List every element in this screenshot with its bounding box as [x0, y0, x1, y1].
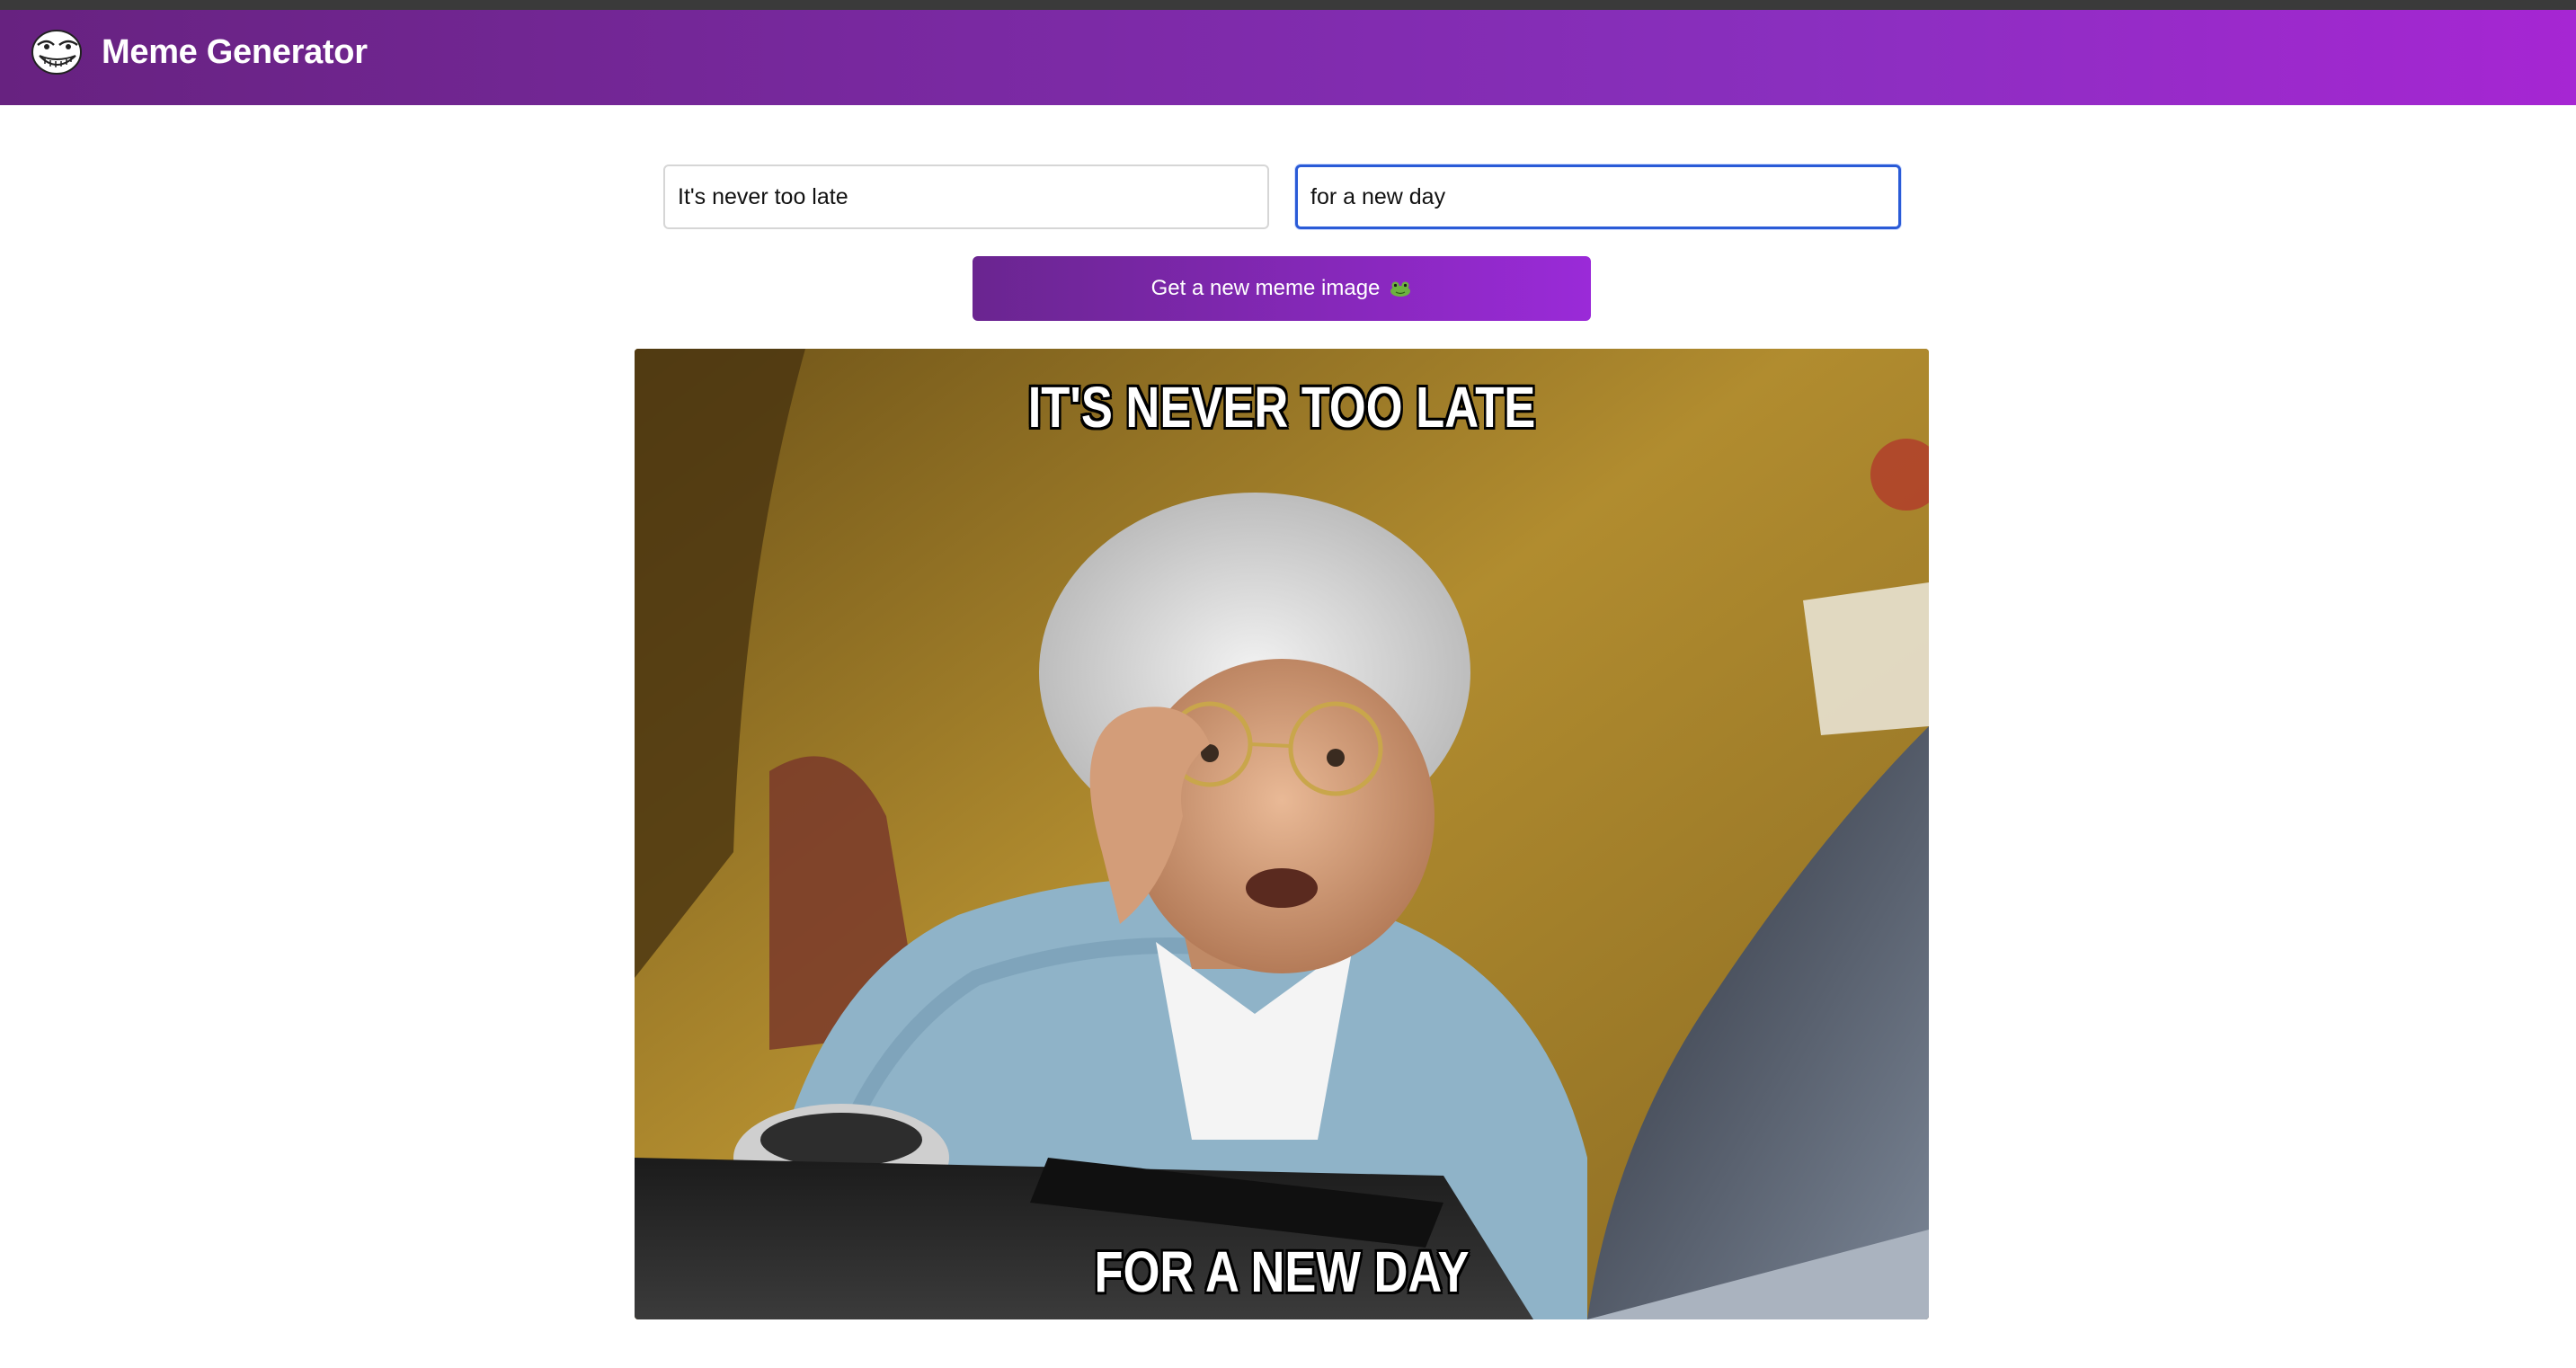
get-new-meme-button[interactable]: Get a new meme image	[973, 256, 1591, 321]
trollface-icon	[31, 30, 82, 75]
meme-image-container: It's never too late for a new day	[635, 349, 1929, 1319]
bottom-text-input[interactable]	[1295, 164, 1901, 229]
app-title: Meme Generator	[102, 33, 368, 71]
meme-photo	[635, 349, 1929, 1319]
meme-top-caption: It's never too late	[1027, 375, 1536, 440]
get-new-meme-button-label: Get a new meme image	[1150, 276, 1381, 300]
browser-top-strip	[0, 0, 2576, 10]
frog-emoji-icon	[1390, 281, 1411, 297]
caption-form	[663, 164, 1901, 229]
app-header: Meme Generator	[0, 10, 2576, 105]
meme-bottom-caption: for a new day	[1094, 1239, 1470, 1304]
top-text-input[interactable]	[663, 164, 1269, 229]
